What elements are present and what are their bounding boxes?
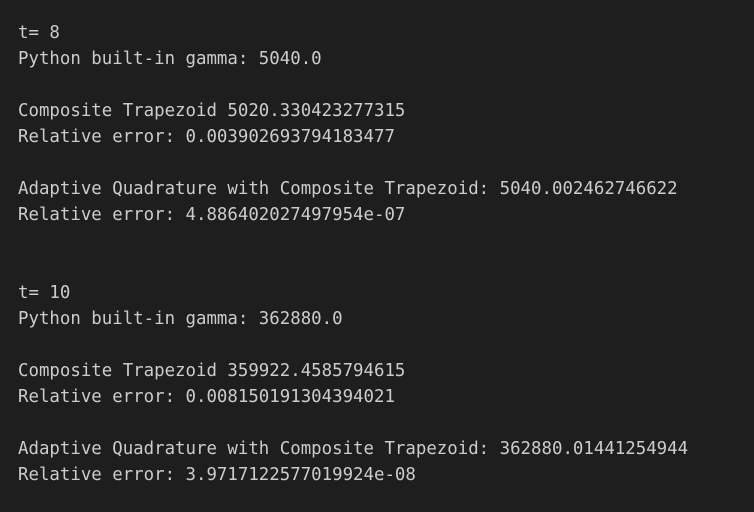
- builtin-gamma-line: Python built-in gamma: 362880.0: [18, 309, 343, 329]
- composite-trapezoid-line: Composite Trapezoid 5020.330423277315: [18, 101, 406, 121]
- t-value-line: t= 10: [18, 283, 71, 303]
- adaptive-quadrature-line: Adaptive Quadrature with Composite Trape…: [18, 439, 689, 459]
- builtin-gamma-line: Python built-in gamma: 5040.0: [18, 49, 322, 69]
- relative-error-line: Relative error: 4.886402027497954e-07: [18, 205, 406, 225]
- adaptive-quadrature-line: Adaptive Quadrature with Composite Trape…: [18, 179, 678, 199]
- composite-trapezoid-line: Composite Trapezoid 359922.4585794615: [18, 361, 406, 381]
- relative-error-line: Relative error: 0.003902693794183477: [18, 127, 395, 147]
- t-value-line: t= 8: [18, 23, 60, 43]
- relative-error-line: Relative error: 3.9717122577019924e-08: [18, 465, 416, 485]
- terminal-output: t= 8 Python built-in gamma: 5040.0 Compo…: [0, 0, 754, 512]
- relative-error-line: Relative error: 0.008150191304394021: [18, 387, 395, 407]
